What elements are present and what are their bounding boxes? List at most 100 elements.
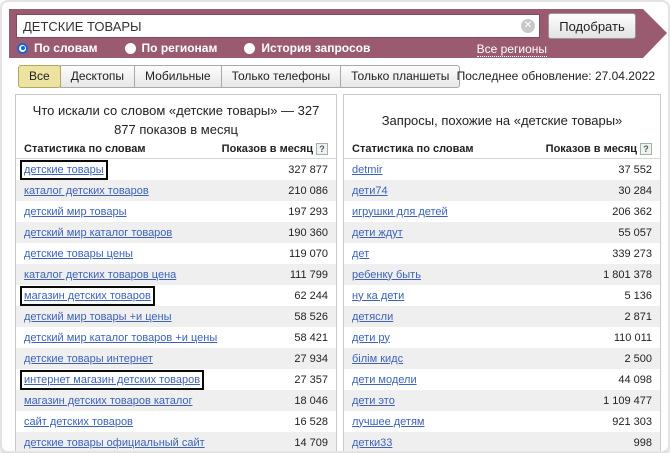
keyword-link[interactable]: ребенку быть [352, 269, 421, 281]
impressions-value: 2 500 [624, 353, 652, 365]
keyword-link[interactable]: ну ка дети [352, 290, 404, 302]
table-row: детский мир товары +и цены 58 526 [16, 306, 336, 327]
table-row: детские товары официальный сайт 14 709 [16, 432, 336, 453]
table-row: дети74 30 284 [344, 180, 660, 201]
search-input[interactable] [16, 14, 540, 38]
keyword-link[interactable]: детские товары [24, 164, 104, 176]
impressions-value: 55 057 [618, 227, 652, 239]
tab-all[interactable]: Все [18, 65, 61, 88]
keyword-link[interactable]: детский мир товары +и цены [24, 311, 171, 323]
mode-radio-words[interactable]: По словам [17, 41, 98, 55]
table-row: лучшее детям 921 303 [344, 411, 660, 432]
impressions-value: 210 086 [288, 185, 328, 197]
banner-arrow [643, 9, 667, 58]
mode-label: История запросов [261, 41, 370, 55]
keyword-link[interactable]: детский мир каталог товаров +и цены [24, 332, 217, 344]
table-row: детский мир каталог товаров +и цены58 42… [16, 327, 336, 348]
keyword-link[interactable]: дети ждут [352, 227, 403, 239]
impressions-value: 62 244 [294, 290, 328, 302]
keyword-link[interactable]: детские товары интернет [24, 353, 153, 365]
help-icon[interactable]: ? [640, 143, 652, 155]
keyword-link[interactable]: дети74 [352, 185, 388, 197]
keyword-link[interactable]: detmir [352, 164, 383, 176]
search-mode-group: По словам По регионам История запросов [17, 41, 370, 55]
table-row: detmir 37 552 [344, 159, 660, 180]
right-panel: Запросы, похожие на «детские товары» Ста… [343, 94, 661, 453]
clear-icon[interactable]: ✕ [521, 19, 535, 33]
table-row: магазин детских товаров 62 244 [16, 285, 336, 306]
table-row: детские товары интернет 27 934 [16, 348, 336, 369]
table-row: дети это1 109 477 [344, 390, 660, 411]
mode-radio-history[interactable]: История запросов [244, 41, 370, 55]
tab-tablets-only[interactable]: Только планшеты [340, 65, 460, 88]
table-row: детясли 2 871 [344, 306, 660, 327]
submit-button[interactable]: Подобрать [548, 13, 636, 39]
impressions-value: 190 360 [288, 227, 328, 239]
keyword-link[interactable]: детские товары цены [24, 248, 133, 260]
mode-label: По регионам [142, 41, 218, 55]
keyword-link[interactable]: каталог детских товаров [24, 185, 149, 197]
mode-radio-regions[interactable]: По регионам [125, 41, 218, 55]
keyword-link[interactable]: дети это [352, 395, 395, 407]
all-regions-link[interactable]: Все регионы [477, 42, 547, 57]
keyword-link[interactable]: магазин детских товаров каталог [24, 395, 193, 407]
mode-label: По словам [34, 41, 98, 55]
tab-phones-only[interactable]: Только телефоны [221, 65, 342, 88]
keyword-link[interactable]: детские товары официальный сайт [24, 437, 205, 449]
impressions-value: 37 552 [618, 164, 652, 176]
column-keyword-label: Статистика по словам [24, 143, 146, 155]
keyword-link[interactable]: дети модели [352, 374, 417, 386]
impressions-value: 14 709 [294, 437, 328, 449]
wordstat-window: ✕ Подобрать По словам По регионам Истори… [0, 0, 670, 453]
impressions-value: 110 011 [614, 332, 652, 344]
table-row: игрушки для детей 206 362 [344, 201, 660, 222]
left-column-header: Статистика по словам Показов в месяц ? [16, 141, 336, 159]
search-field-wrap: ✕ [16, 14, 540, 38]
keyword-link[interactable]: детский мир каталог товаров [24, 227, 172, 239]
tab-mobile[interactable]: Мобильные [134, 65, 222, 88]
table-row: дети ру 110 011 [344, 327, 660, 348]
keyword-link[interactable]: каталог детских товаров цена [24, 269, 176, 281]
keyword-link[interactable]: интернет магазин детских товаров [24, 374, 200, 386]
keyword-link[interactable]: білім кидс [352, 353, 403, 365]
keyword-link[interactable]: детки33 [352, 437, 392, 449]
impressions-value: 27 934 [294, 353, 328, 365]
table-row: ну ка дети5 136 [344, 285, 660, 306]
impressions-value: 16 528 [294, 416, 328, 428]
radio-icon [125, 43, 136, 54]
table-row: ребенку быть1 801 378 [344, 264, 660, 285]
keyword-link[interactable]: магазин детских товаров [24, 290, 151, 302]
table-row: детский мир товары 197 293 [16, 201, 336, 222]
impressions-value: 2 871 [624, 311, 652, 323]
keyword-link[interactable]: детский мир товары [24, 206, 127, 218]
impressions-value: 921 303 [612, 416, 652, 428]
tab-desktops[interactable]: Десктопы [60, 65, 135, 88]
impressions-value: 998 [634, 437, 652, 449]
keyword-link[interactable]: лучшее детям [352, 416, 425, 428]
table-row: детки33 998 [344, 432, 660, 453]
impressions-value: 327 877 [288, 164, 328, 176]
table-row: дет 339 273 [344, 243, 660, 264]
impressions-value: 339 273 [612, 248, 652, 260]
device-tabs: Все Десктопы Мобильные Только телефоны Т… [18, 65, 460, 88]
right-table: detmir 37 552 дети74 30 284 игрушки для дете… [344, 159, 660, 453]
table-row: интернет магазин детских товаров27 357 [16, 369, 336, 390]
table-row: каталог детских товаров цена111 799 [16, 264, 336, 285]
keyword-link[interactable]: дети ру [352, 332, 390, 344]
keyword-link[interactable]: дет [352, 248, 369, 260]
impressions-value: 206 362 [612, 206, 652, 218]
keyword-link[interactable]: сайт детских товаров [24, 416, 133, 428]
radio-icon [244, 43, 255, 54]
impressions-value: 30 284 [618, 185, 652, 197]
impressions-value: 58 526 [294, 311, 328, 323]
table-row: білім кидс 2 500 [344, 348, 660, 369]
table-row: каталог детских товаров 210 086 [16, 180, 336, 201]
impressions-value: 197 293 [288, 206, 328, 218]
help-icon[interactable]: ? [316, 143, 328, 155]
table-row: сайт детских товаров 16 528 [16, 411, 336, 432]
keyword-link[interactable]: детясли [352, 311, 393, 323]
column-keyword-label: Статистика по словам [352, 143, 474, 155]
left-panel-title: Что искали со словом «детские товары» — … [16, 95, 336, 141]
keyword-link[interactable]: игрушки для детей [352, 206, 448, 218]
left-table: детские товары 327 877 каталог детских тов… [16, 159, 336, 453]
